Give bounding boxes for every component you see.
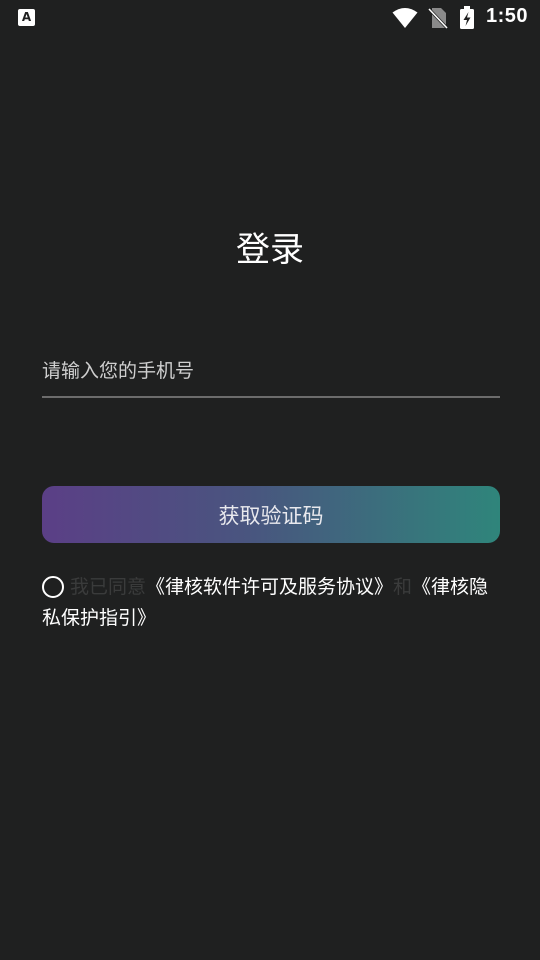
- terms-of-service-link[interactable]: 《律核软件许可及服务协议》: [146, 576, 393, 598]
- agree-radio-button[interactable]: [42, 576, 64, 598]
- agreement-conjunction: 和: [393, 576, 413, 598]
- page-title: 登录: [236, 230, 304, 270]
- agreement-text: 我已同意《律核软件许可及服务协议》和《律核隐私保护指引》: [42, 572, 502, 634]
- agreement-prefix: 我已同意: [70, 576, 147, 598]
- login-screen: A 1:50 登录 获取验证码 我已同意《律核软件许可及服务协议》和《律核隐私保…: [0, 0, 540, 960]
- get-verification-code-button[interactable]: 获取验证码: [42, 486, 500, 543]
- no-sim-icon: [428, 7, 448, 29]
- app-notification-icon: A: [18, 9, 35, 26]
- status-bar: A 1:50: [0, 0, 540, 36]
- status-time: 1:50: [486, 5, 529, 27]
- phone-number-input[interactable]: [42, 352, 500, 398]
- battery-charging-icon: [460, 6, 474, 29]
- wifi-icon: [392, 8, 418, 28]
